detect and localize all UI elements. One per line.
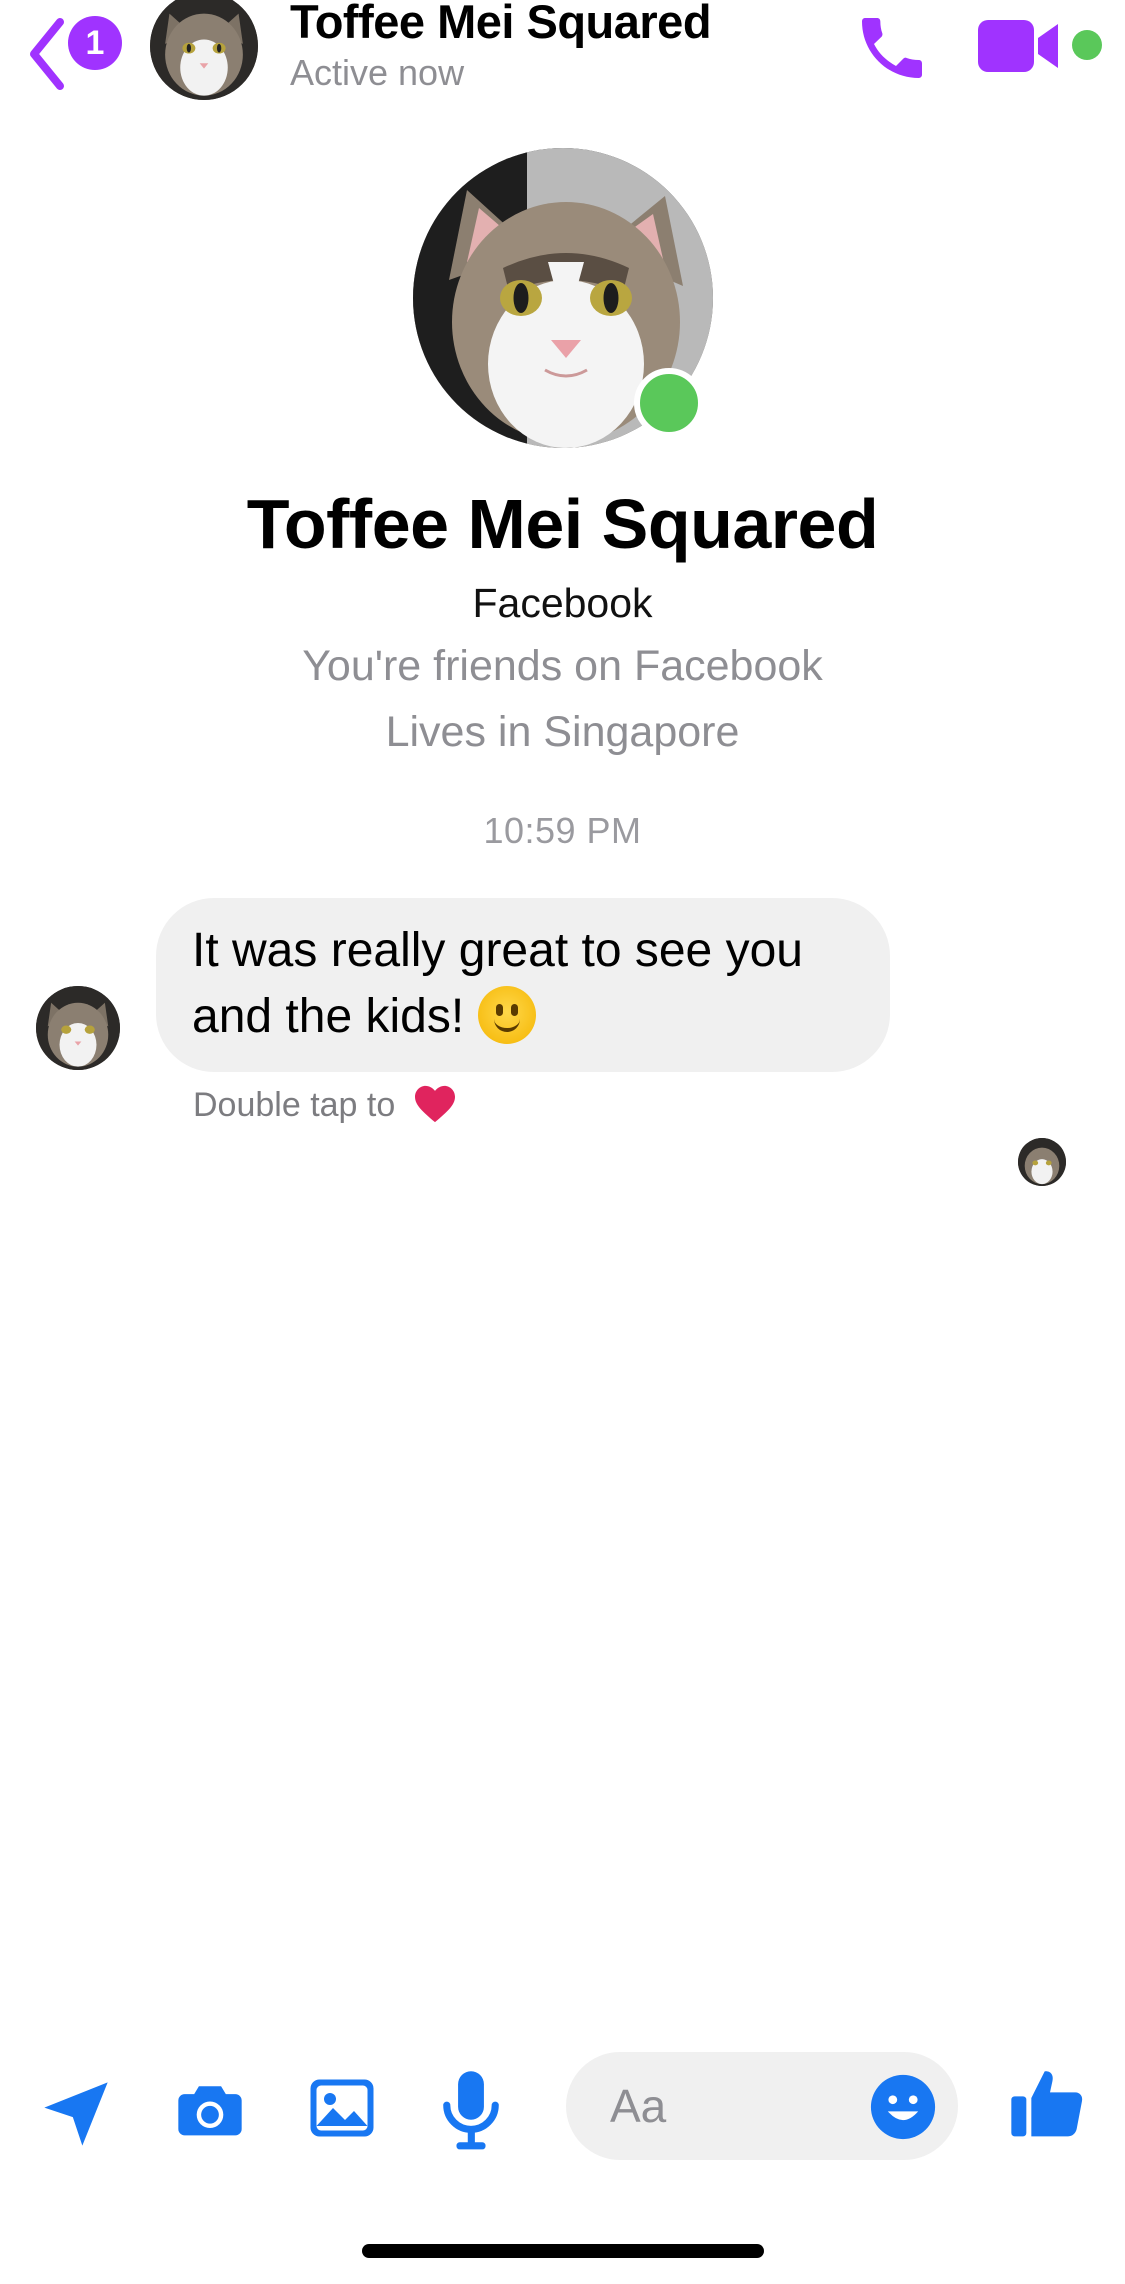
- emoji-icon: [870, 2074, 936, 2140]
- emoji-button[interactable]: [868, 2072, 938, 2142]
- reaction-hint-text: Double tap to: [193, 1086, 396, 1124]
- profile-friendship: You're friends on Facebook: [302, 642, 823, 690]
- message-bubble[interactable]: It was really great to see you and the k…: [156, 898, 890, 1072]
- contact-status: Active now: [290, 52, 465, 93]
- profile-active-status-dot: [634, 368, 704, 438]
- gallery-button[interactable]: [306, 2072, 378, 2144]
- profile-location: Lives in Singapore: [385, 708, 740, 756]
- reaction-hint: Double tap to: [193, 1084, 457, 1125]
- unread-count-badge: 1: [68, 16, 122, 70]
- active-status-dot: [1072, 30, 1102, 60]
- back-button[interactable]: [22, 10, 72, 90]
- send-location-button[interactable]: [38, 2076, 114, 2152]
- cat-avatar-image: [1018, 1138, 1066, 1186]
- profile-name: Toffee Mei Squared: [246, 485, 879, 563]
- chevron-left-icon: [30, 18, 64, 90]
- sender-avatar[interactable]: [36, 986, 120, 1070]
- message-timestamp: 10:59 PM: [483, 810, 642, 851]
- phone-icon: [862, 18, 922, 78]
- camera-icon: [178, 2086, 242, 2136]
- microphone-icon: [443, 2071, 499, 2150]
- cat-avatar-image: [36, 986, 120, 1070]
- contact-avatar[interactable]: [150, 0, 258, 100]
- thumbs-up-icon: [1011, 2071, 1083, 2137]
- heart-icon: [414, 1085, 455, 1123]
- audio-call-button[interactable]: [852, 8, 932, 88]
- slightly-smiling-face-icon: [477, 986, 536, 1044]
- voice-message-button[interactable]: [438, 2068, 504, 2152]
- video-call-button[interactable]: [978, 16, 1062, 76]
- contact-name[interactable]: Toffee Mei Squared: [290, 0, 712, 49]
- profile-source: Facebook: [472, 580, 653, 626]
- send-location-icon: [44, 2082, 108, 2146]
- home-indicator: [362, 2244, 764, 2258]
- gallery-icon: [310, 2079, 374, 2137]
- camera-button[interactable]: [172, 2072, 248, 2148]
- seen-receipt-avatar: [1018, 1138, 1066, 1186]
- cat-avatar-image: [150, 0, 258, 100]
- like-button[interactable]: [1008, 2060, 1088, 2146]
- video-camera-icon: [978, 20, 1058, 72]
